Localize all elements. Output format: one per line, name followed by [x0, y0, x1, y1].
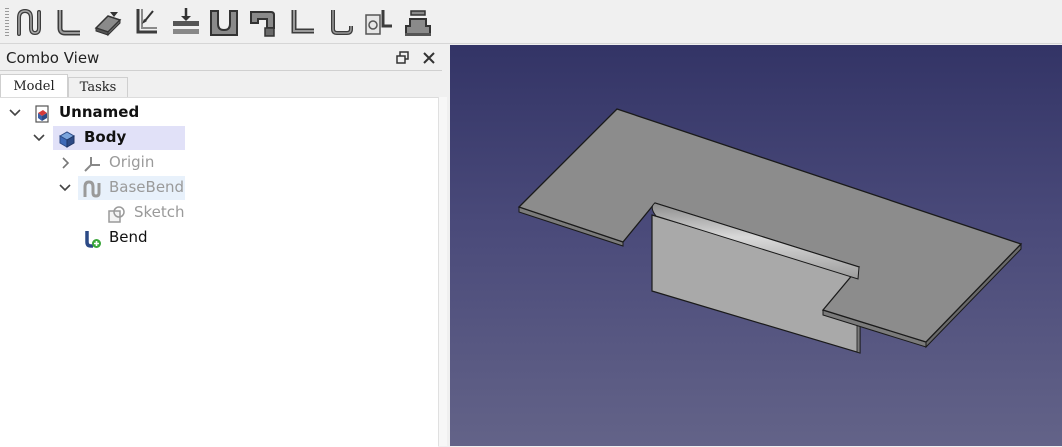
unfold-button[interactable]	[363, 6, 395, 38]
chevron-down-icon[interactable]	[58, 181, 72, 195]
add-step-icon	[291, 10, 314, 34]
tree-item-origin[interactable]: Origin	[0, 151, 430, 175]
add-jog-icon	[331, 10, 353, 35]
add-step-button[interactable]	[286, 6, 318, 38]
base-bend-icon	[17, 8, 41, 36]
combo-view-title: Combo View	[6, 49, 100, 67]
close-icon	[423, 52, 435, 64]
tree-item-basebend[interactable]: BaseBend	[0, 176, 430, 200]
add-jog-button[interactable]	[325, 6, 357, 38]
bend-feature-icon	[85, 231, 101, 248]
chevron-down-icon[interactable]	[32, 131, 46, 145]
add-junction-icon	[136, 9, 157, 34]
origin-icon	[84, 157, 100, 172]
combo-view-titlebar: Combo View	[0, 45, 442, 71]
tree-label: Body	[84, 128, 127, 146]
chevron-down-icon[interactable]	[8, 106, 22, 120]
float-panel-button[interactable]	[394, 49, 412, 67]
sketch-on-sheet-button[interactable]	[402, 6, 434, 38]
tree-label: Unnamed	[59, 103, 140, 121]
combo-view-panel: Combo View Model Tasks Unnamed Body Orig…	[0, 45, 447, 447]
sketch-icon	[108, 206, 125, 223]
sheet-metal-part	[517, 108, 1023, 354]
sketch-on-sheet-icon	[405, 10, 431, 36]
tree-item-unnamed[interactable]: Unnamed	[0, 101, 430, 125]
extend-face-icon	[94, 12, 122, 37]
tree-scrollbar[interactable]	[438, 97, 447, 446]
toolbar-grip[interactable]	[5, 8, 9, 36]
unfold-icon	[365, 10, 392, 35]
toolbar	[0, 0, 1062, 44]
add-wall-icon	[210, 10, 238, 36]
relief-bend-button[interactable]	[170, 6, 202, 38]
add-return-button[interactable]	[247, 6, 279, 38]
float-window-icon	[396, 51, 409, 64]
document-icon	[35, 105, 49, 123]
body-icon	[58, 131, 76, 148]
tree-label: Origin	[109, 153, 155, 171]
base-bend-icon	[83, 180, 101, 198]
3d-viewport[interactable]	[450, 45, 1062, 446]
chevron-right-icon[interactable]	[58, 156, 72, 170]
tab-tasks[interactable]: Tasks	[68, 77, 128, 99]
tree-item-sketch[interactable]: Sketch	[0, 201, 430, 225]
tree-label: BaseBend	[109, 178, 185, 196]
tree-label: Bend	[109, 228, 148, 246]
relief-bend-icon	[173, 8, 199, 34]
extend-face-button[interactable]	[92, 6, 124, 38]
close-panel-button[interactable]	[420, 49, 438, 67]
add-bend-button[interactable]	[52, 6, 84, 38]
add-bend-icon	[57, 10, 80, 36]
tree-item-body[interactable]: Body	[0, 126, 430, 150]
add-junction-button[interactable]	[131, 6, 163, 38]
add-return-icon	[250, 11, 275, 37]
add-wall-button[interactable]	[208, 6, 240, 38]
tree-label: Sketch	[134, 203, 185, 221]
tree-item-bend[interactable]: Bend	[0, 226, 430, 250]
base-bend-button[interactable]	[13, 6, 45, 38]
model-tree: Unnamed Body Origin BaseBend Sketch Bend	[0, 97, 438, 447]
